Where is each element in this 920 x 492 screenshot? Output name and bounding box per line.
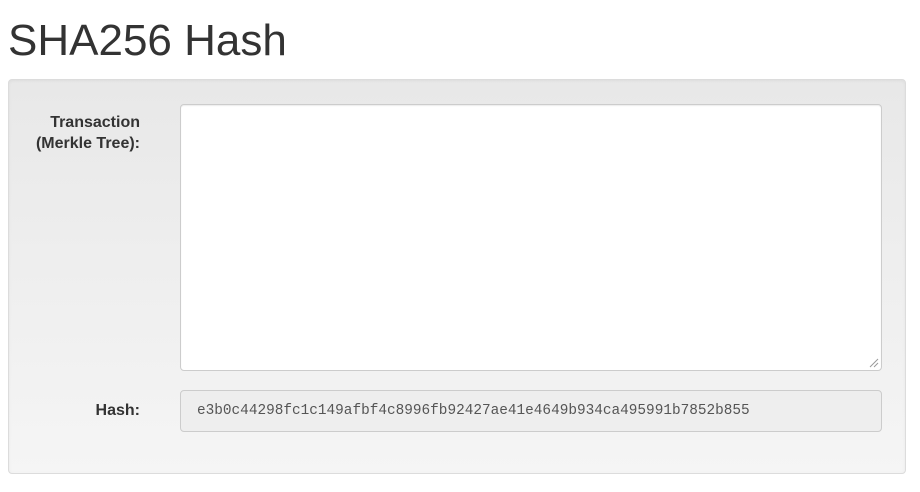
transaction-label: Transaction (Merkle Tree): [35,114,140,152]
hash-form-panel: Transaction (Merkle Tree): Hash: e3b0c44… [8,79,906,474]
hash-label: Hash: [95,402,140,419]
transaction-input[interactable] [181,105,881,370]
page: SHA256 Hash Transaction (Merkle Tree): H… [0,0,920,492]
transaction-input-container[interactable] [180,104,882,371]
hash-output: e3b0c44298fc1c149afbf4c8996fb92427ae41e4… [180,390,882,432]
page-title: SHA256 Hash [8,16,287,65]
resize-grip-icon[interactable] [869,358,879,368]
